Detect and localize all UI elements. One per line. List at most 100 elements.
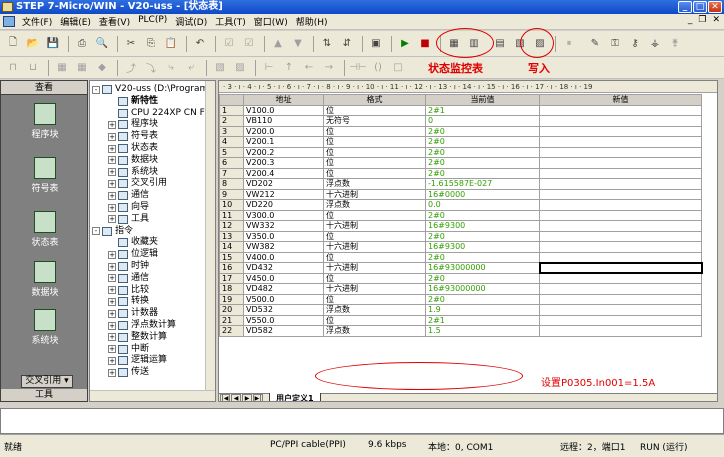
unforce-all-icon[interactable]: ⚶ xyxy=(646,35,664,53)
tree-node[interactable]: + 向导 xyxy=(108,202,149,213)
format-cell[interactable]: 位 xyxy=(323,272,426,284)
tree-expand-icon[interactable]: + xyxy=(108,262,116,271)
new-value-cell[interactable] xyxy=(539,272,702,284)
new-value-cell[interactable] xyxy=(539,293,702,305)
address-cell[interactable]: VD432 xyxy=(243,262,324,274)
table-row[interactable]: 9 VW212 十六进制 16#0000 xyxy=(219,188,702,200)
format-cell[interactable]: 十六进制 xyxy=(323,188,426,200)
current-value-cell[interactable]: 2#1 xyxy=(425,104,540,116)
format-cell[interactable]: 位 xyxy=(323,209,426,221)
table-row[interactable]: 7 V200.4 位 2#0 xyxy=(219,167,702,179)
menu-item-1[interactable]: 编辑(E) xyxy=(56,15,95,28)
format-cell[interactable]: 位 xyxy=(323,125,426,137)
format-cell[interactable]: 位 xyxy=(323,251,426,263)
tool6-icon[interactable]: ▨ xyxy=(231,59,249,77)
new-value-cell[interactable] xyxy=(539,251,702,263)
address-cell[interactable]: V400.0 xyxy=(243,251,324,263)
cut-icon[interactable]: ✂ xyxy=(122,35,140,53)
nav-item-4[interactable]: 系统块 xyxy=(1,309,89,346)
format-cell[interactable]: 位 xyxy=(323,167,426,179)
new-value-cell[interactable] xyxy=(539,104,702,116)
menu-item-7[interactable]: 帮助(H) xyxy=(292,15,332,28)
tree-node[interactable]: + 通信 xyxy=(108,190,149,201)
bookmark-icon[interactable]: ◆ xyxy=(93,59,111,77)
format-cell[interactable]: 位 xyxy=(323,157,426,169)
tree-expand-icon[interactable]: + xyxy=(108,120,116,129)
table-row[interactable]: 10 VD220 浮点数 0.0 xyxy=(219,199,702,211)
address-cell[interactable]: V300.0 xyxy=(243,209,324,221)
address-cell[interactable]: VD482 xyxy=(243,283,324,295)
tool3-icon[interactable]: ⤷ xyxy=(162,59,180,77)
tab-prev-button[interactable]: ◀ xyxy=(231,394,241,401)
box-icon[interactable]: □ xyxy=(389,59,407,77)
arrow-left-icon[interactable]: ← xyxy=(300,59,318,77)
tree-expand-icon[interactable]: + xyxy=(108,309,116,318)
tree-node[interactable]: + 比较 xyxy=(108,285,149,296)
sort-ascending-icon[interactable]: ⇅ xyxy=(318,35,336,53)
address-cell[interactable]: V200.1 xyxy=(243,136,324,148)
address-cell[interactable]: VB110 xyxy=(243,115,324,127)
column-header[interactable]: 当前值 xyxy=(425,94,540,106)
paste-icon[interactable]: 📋 xyxy=(162,35,180,53)
read-forced-icon[interactable]: ⚵ xyxy=(666,35,684,53)
tree-node[interactable]: - V20-uss (D:\Program xyxy=(92,84,208,95)
format-cell[interactable]: 位 xyxy=(323,104,426,116)
sort-descending-icon[interactable]: ⇵ xyxy=(338,35,356,53)
run-icon[interactable]: ▶ xyxy=(396,35,414,53)
format-cell[interactable]: 位 xyxy=(323,314,426,326)
table-row[interactable]: 19 V500.0 位 2#0 xyxy=(219,293,702,305)
current-value-cell[interactable]: 2#1 xyxy=(425,314,540,326)
new-value-cell[interactable] xyxy=(539,136,702,148)
new-value-cell[interactable] xyxy=(539,304,702,316)
new-value-cell[interactable] xyxy=(539,209,702,221)
table-row[interactable]: 21 V550.0 位 2#1 xyxy=(219,314,702,326)
tree-node[interactable]: + 符号表 xyxy=(108,131,158,142)
new-value-cell[interactable] xyxy=(539,167,702,179)
tab-user-defined-1[interactable]: 用户定义1 xyxy=(269,392,321,401)
mdi-restore-button[interactable]: ❐ xyxy=(698,15,706,25)
current-value-cell[interactable]: 1.9 xyxy=(425,304,540,316)
new-icon[interactable]: 🗋 xyxy=(4,35,22,53)
new-value-cell[interactable] xyxy=(539,115,702,127)
current-value-cell[interactable]: 2#0 xyxy=(425,293,540,305)
current-value-cell[interactable]: 2#0 xyxy=(425,125,540,137)
line-icon[interactable]: ⊢ xyxy=(260,59,278,77)
current-value-cell[interactable]: 2#0 xyxy=(425,157,540,169)
menu-item-5[interactable]: 工具(T) xyxy=(211,15,250,28)
menu-item-0[interactable]: 文件(F) xyxy=(18,15,56,28)
tab-last-button[interactable]: ▶| xyxy=(253,394,263,401)
new-value-cell[interactable] xyxy=(539,199,702,211)
current-value-cell[interactable]: 16#0000 xyxy=(425,188,540,200)
current-value-cell[interactable]: 2#0 xyxy=(425,136,540,148)
address-cell[interactable]: VW332 xyxy=(243,220,324,232)
tool5-icon[interactable]: ▧ xyxy=(211,59,229,77)
compile-icon[interactable]: ☑ xyxy=(220,35,238,53)
open-icon[interactable]: 📂 xyxy=(24,35,42,53)
address-cell[interactable]: V200.4 xyxy=(243,167,324,179)
grid-icon[interactable]: ▦ xyxy=(53,59,71,77)
maximize-button[interactable]: □ xyxy=(693,1,707,13)
tree-node[interactable]: + 整数计算 xyxy=(108,332,167,343)
tree-expand-icon[interactable]: + xyxy=(108,215,116,224)
save-icon[interactable]: 💾 xyxy=(44,35,62,53)
tree-node[interactable]: + 数据块 xyxy=(108,155,158,166)
nav-item-1[interactable]: 符号表 xyxy=(1,157,89,194)
network-delete-icon[interactable]: ⊔ xyxy=(24,59,42,77)
current-value-cell[interactable]: 2#0 xyxy=(425,251,540,263)
menu-item-4[interactable]: 调试(D) xyxy=(171,15,211,28)
navbar-dropdown[interactable]: 交叉引用 ▾ xyxy=(21,375,73,388)
current-value-cell[interactable]: 2#0 xyxy=(425,230,540,242)
tree-expand-icon[interactable]: + xyxy=(108,297,116,306)
tree-node[interactable]: + 状态表 xyxy=(108,143,158,154)
new-value-cell[interactable] xyxy=(539,283,702,295)
tree-node[interactable]: + 通信 xyxy=(108,273,149,284)
table-row[interactable]: 13 V350.0 位 2#0 xyxy=(219,230,702,242)
tab-first-button[interactable]: |◀ xyxy=(220,394,230,401)
table-row[interactable]: 3 V200.0 位 2#0 xyxy=(219,125,702,137)
address-cell[interactable]: V550.0 xyxy=(243,314,324,326)
stop-icon[interactable]: ■ xyxy=(416,35,434,53)
address-cell[interactable]: VD202 xyxy=(243,178,324,190)
table-row[interactable]: 11 V300.0 位 2#0 xyxy=(219,209,702,221)
format-cell[interactable]: 浮点数 xyxy=(323,325,426,337)
arrow-right-icon[interactable]: → xyxy=(320,59,338,77)
